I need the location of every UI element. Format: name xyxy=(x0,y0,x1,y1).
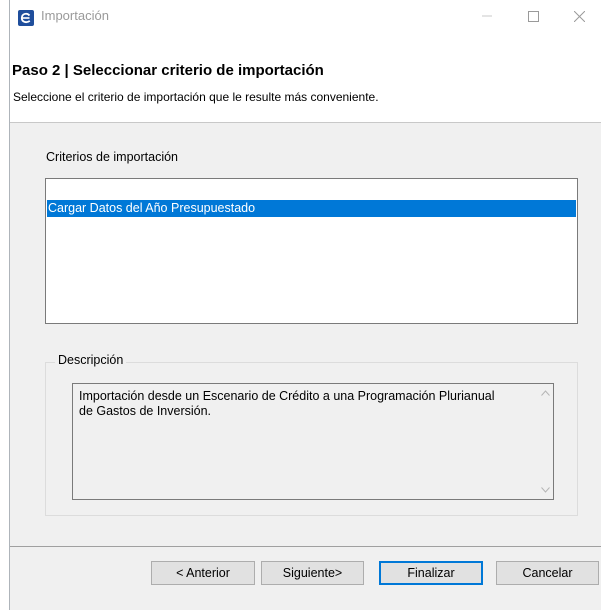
description-group: Descripción Importación desde un Escenar… xyxy=(45,353,578,516)
description-textarea[interactable]: Importación desde un Escenario de Crédit… xyxy=(72,383,554,500)
button-separator xyxy=(10,546,601,547)
import-dialog: Importación Paso 2 | Seleccionar criteri… xyxy=(9,0,601,610)
step-description: Seleccione el criterio de importación qu… xyxy=(13,90,379,104)
criteria-label: Criterios de importación xyxy=(46,150,178,164)
criteria-item-cargar-datos[interactable]: Cargar Datos del Año Presupuestado xyxy=(47,200,576,217)
criteria-list[interactable]: Cargar Datos del Año Presupuestado xyxy=(45,178,578,324)
minimize-button[interactable] xyxy=(464,0,510,32)
description-text: Importación desde un Escenario de Crédit… xyxy=(79,389,495,418)
close-icon xyxy=(573,10,585,22)
title-bar: Importación xyxy=(10,0,601,32)
cancel-button[interactable]: Cancelar xyxy=(496,561,599,585)
finish-button[interactable]: Finalizar xyxy=(379,561,483,585)
next-button[interactable]: Siguiente> xyxy=(261,561,364,585)
step-title: Paso 2 | Seleccionar criterio de importa… xyxy=(12,62,324,79)
previous-button[interactable]: < Anterior xyxy=(151,561,255,585)
wizard-header: Paso 2 | Seleccionar criterio de importa… xyxy=(10,32,601,123)
maximize-icon xyxy=(527,10,539,22)
maximize-button[interactable] xyxy=(510,0,556,32)
chevron-down-icon[interactable] xyxy=(541,487,550,493)
chevron-up-icon[interactable] xyxy=(541,390,550,396)
minimize-icon xyxy=(482,15,492,17)
window-title: Importación xyxy=(41,8,109,23)
description-legend: Descripción xyxy=(55,353,127,367)
close-button[interactable] xyxy=(556,0,601,32)
app-e-icon xyxy=(18,10,34,26)
